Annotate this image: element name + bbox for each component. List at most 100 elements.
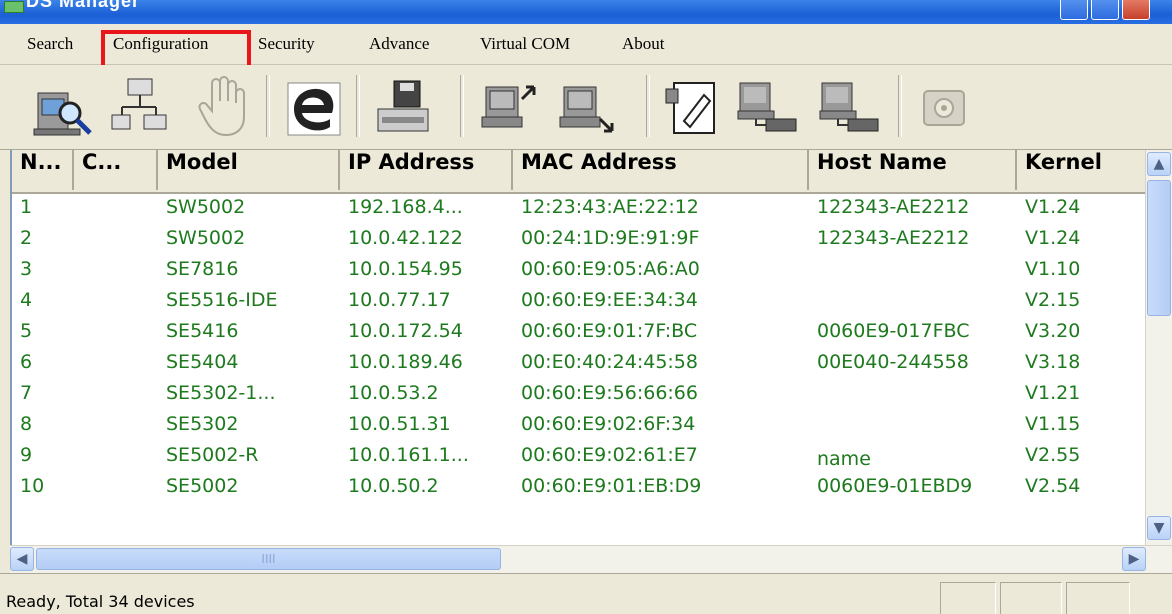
scroll-right-icon[interactable]: ▶ (1122, 547, 1146, 571)
cell-ip-address: 10.0.42.122 (348, 227, 463, 249)
cell-model: SE5516-IDE (166, 289, 278, 311)
status-bar: Ready, Total 34 devices (0, 573, 1172, 614)
column-header-host-name[interactable]: Host Name (809, 150, 1017, 190)
cell-kernel: V1.15 (1025, 413, 1081, 435)
cell-host-name: 0060E9-017FBC (817, 320, 970, 342)
cell-number: 7 (20, 382, 33, 404)
column-header-model[interactable]: Model (158, 150, 340, 190)
connect-device-icon[interactable] (736, 73, 800, 141)
table-row[interactable]: 1 SW5002 192.168.4... 12:23:43:AE:22:12 … (12, 196, 1147, 227)
cell-mac-address: 00:60:E9:01:7F:BC (521, 320, 698, 342)
table-row[interactable]: 6 SE5404 10.0.189.46 00:E0:40:24:45:58 0… (12, 351, 1147, 382)
cell-host-name (809, 413, 1017, 444)
table-row[interactable]: 9 SE5002-R 10.0.161.1... 00:60:E9:02:61:… (12, 444, 1147, 475)
hand-icon[interactable] (190, 73, 254, 141)
toolbar-separator (646, 75, 650, 137)
table-row[interactable]: 10 SE5002 10.0.50.2 00:60:E9:01:EB:D9 00… (12, 475, 1147, 506)
status-text: Ready, Total 34 devices (6, 592, 195, 611)
cell-ip-address: 10.0.53.2 (348, 382, 439, 404)
status-panel (1066, 582, 1130, 614)
cell-c (74, 196, 158, 227)
edit-config-icon[interactable] (660, 73, 724, 141)
cell-mac-address: 00:24:1D:9E:91:9F (521, 227, 700, 249)
column-header-mac-address[interactable]: MAC Address (513, 150, 809, 190)
network-icon[interactable] (108, 73, 172, 141)
cell-ip-address: 192.168.4... (348, 196, 463, 218)
table-row[interactable]: 2 SW5002 10.0.42.122 00:24:1D:9E:91:9F 1… (12, 227, 1147, 258)
cell-host-name (809, 258, 1017, 289)
internet-explorer-icon[interactable] (282, 73, 346, 141)
cell-mac-address: 00:60:E9:EE:34:34 (521, 289, 698, 311)
vertical-scroll-thumb[interactable] (1147, 180, 1171, 316)
cell-kernel: V1.10 (1025, 258, 1081, 280)
cell-model: SE5302-1... (166, 382, 276, 404)
table-row[interactable]: 4 SE5516-IDE 10.0.77.17 00:60:E9:EE:34:3… (12, 289, 1147, 320)
toolbar-separator (356, 75, 360, 137)
cell-c (74, 351, 158, 382)
table-row[interactable]: 3 SE7816 10.0.154.95 00:60:E9:05:A6:A0 V… (12, 258, 1147, 289)
close-button[interactable] (1122, 0, 1150, 20)
cell-c (74, 382, 158, 413)
cell-c (74, 320, 158, 351)
scroll-up-icon[interactable]: ▲ (1147, 152, 1171, 176)
cell-number: 10 (20, 475, 45, 497)
cell-number: 8 (20, 413, 33, 435)
cell-kernel: V3.20 (1025, 320, 1081, 342)
horizontal-scrollbar[interactable]: ◀ IIII ▶ (10, 545, 1172, 573)
cell-number: 1 (20, 196, 33, 218)
cell-mac-address: 00:60:E9:02:61:E7 (521, 444, 698, 466)
table-row[interactable]: 7 SE5302-1... 10.0.53.2 00:60:E9:56:66:6… (12, 382, 1147, 413)
scroll-left-icon[interactable]: ◀ (10, 547, 34, 571)
cell-model: SE5416 (166, 320, 239, 342)
column-header-c[interactable]: C... (74, 150, 158, 190)
maximize-button[interactable] (1091, 0, 1119, 20)
column-header-number[interactable]: N... (12, 150, 74, 190)
cell-number: 5 (20, 320, 33, 342)
connect-device-2-icon[interactable] (818, 73, 882, 141)
cell-c (74, 289, 158, 320)
table-header: N... C... Model IP Address MAC Address H… (12, 150, 1147, 194)
table-row[interactable]: 5 SE5416 10.0.172.54 00:60:E9:01:7F:BC 0… (12, 320, 1147, 351)
cell-kernel: V2.15 (1025, 289, 1081, 311)
horizontal-scroll-thumb[interactable]: IIII (36, 548, 501, 570)
cell-kernel: V2.55 (1025, 444, 1081, 466)
cell-kernel: V1.24 (1025, 227, 1081, 249)
cell-model: SE5404 (166, 351, 239, 373)
telephone-icon[interactable] (912, 73, 976, 141)
cell-model: SW5002 (166, 227, 246, 249)
cell-number: 4 (20, 289, 33, 311)
column-header-kernel[interactable]: Kernel (1017, 150, 1147, 190)
cell-ip-address: 10.0.161.1... (348, 444, 469, 466)
save-device-icon[interactable] (372, 73, 436, 141)
cell-number: 9 (20, 444, 33, 466)
table-row[interactable]: 8 SE5302 10.0.51.31 00:60:E9:02:6F:34 V1… (12, 413, 1147, 444)
cell-host-name (809, 289, 1017, 320)
upload-icon[interactable] (478, 73, 542, 141)
device-table: N... C... Model IP Address MAC Address H… (10, 150, 1147, 545)
cell-host-name: 122343-AE2212 (817, 196, 970, 218)
menu-search[interactable]: Search (27, 34, 73, 54)
cell-host-name: 0060E9-01EBD9 (817, 475, 973, 497)
search-device-icon[interactable] (32, 73, 96, 141)
cell-number: 3 (20, 258, 33, 280)
minimize-button[interactable] (1060, 0, 1088, 20)
download-icon[interactable] (556, 73, 620, 141)
cell-ip-address: 10.0.77.17 (348, 289, 451, 311)
menu-virtual-com[interactable]: Virtual COM (480, 34, 570, 54)
menu-about[interactable]: About (622, 34, 665, 54)
cell-model: SE5002-R (166, 444, 259, 466)
cell-kernel: V3.18 (1025, 351, 1081, 373)
cell-c (74, 258, 158, 289)
scroll-down-icon[interactable]: ▼ (1147, 516, 1171, 540)
vertical-scrollbar[interactable]: ▲ ▼ (1145, 150, 1172, 545)
cell-ip-address: 10.0.172.54 (348, 320, 463, 342)
menu-advance[interactable]: Advance (369, 34, 429, 54)
status-panel (1000, 582, 1062, 614)
menu-security[interactable]: Security (258, 34, 315, 54)
cell-model: SE5002 (166, 475, 239, 497)
cell-host-name: 00E040-244558 (817, 351, 969, 373)
cell-kernel: V1.24 (1025, 196, 1081, 218)
column-header-ip-address[interactable]: IP Address (340, 150, 513, 190)
cell-ip-address: 10.0.154.95 (348, 258, 463, 280)
cell-mac-address: 00:E0:40:24:45:58 (521, 351, 698, 373)
